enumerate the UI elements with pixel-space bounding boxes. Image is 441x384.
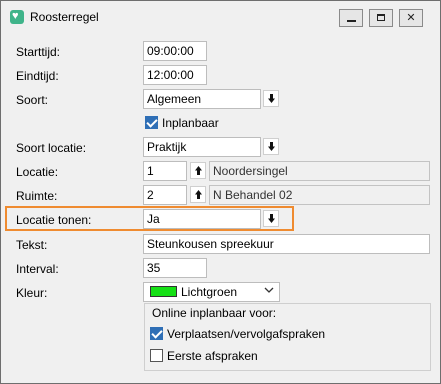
ruimte-code-input[interactable]: 2 bbox=[143, 185, 187, 205]
kleur-label: Kleur: bbox=[16, 286, 48, 300]
arrow-up-icon bbox=[195, 166, 202, 175]
kleur-value: Lichtgroen bbox=[181, 285, 238, 299]
locatie-tonen-dropdown-button[interactable] bbox=[263, 210, 279, 227]
arrow-up-icon bbox=[195, 190, 202, 199]
tekst-label: Tekst: bbox=[16, 238, 48, 252]
tekst-input[interactable]: Steunkousen spreekuur bbox=[143, 234, 430, 254]
title-bar: Roosterregel ✕ bbox=[1, 1, 440, 35]
ruimte-label: Ruimte: bbox=[16, 189, 58, 203]
inplanbaar-label: Inplanbaar bbox=[162, 116, 219, 130]
soort-dropdown-button[interactable] bbox=[263, 90, 279, 107]
maximize-icon bbox=[377, 14, 385, 21]
locatie-name-field: Noordersingel bbox=[209, 161, 430, 181]
close-button[interactable]: ✕ bbox=[399, 9, 423, 27]
locatie-code-input[interactable]: 1 bbox=[143, 161, 187, 181]
eerste-afspraken-checkbox[interactable] bbox=[150, 349, 163, 362]
app-heart-icon bbox=[10, 9, 24, 24]
soort-locatie-dropdown-button[interactable] bbox=[263, 138, 279, 155]
soort-select[interactable]: Algemeen bbox=[143, 89, 261, 109]
arrow-down-icon bbox=[268, 94, 275, 103]
maximize-button[interactable] bbox=[369, 9, 393, 27]
starttijd-input[interactable]: 09:00:00 bbox=[143, 41, 207, 61]
ruimte-name-field: N Behandel 02 bbox=[209, 185, 430, 205]
interval-label: Interval: bbox=[16, 262, 59, 276]
minimize-icon bbox=[347, 20, 356, 22]
locatie-tonen-label: Locatie tonen: bbox=[16, 213, 92, 227]
inplanbaar-checkbox[interactable] bbox=[145, 116, 158, 129]
eerste-afspraken-label: Eerste afspraken bbox=[167, 349, 258, 363]
chevron-down-icon bbox=[264, 287, 274, 293]
ruimte-lookup-button[interactable] bbox=[190, 186, 206, 203]
online-inplanbaar-title: Online inplanbaar voor: bbox=[152, 306, 277, 320]
arrow-down-icon bbox=[268, 214, 275, 223]
roosterregel-window: Roosterregel ✕ Starttijd: 09:00:00 Eindt… bbox=[0, 0, 441, 384]
verplaatsen-label: Verplaatsen/vervolgafspraken bbox=[167, 327, 326, 341]
soort-locatie-label: Soort locatie: bbox=[16, 141, 87, 155]
soort-label: Soort: bbox=[16, 93, 49, 107]
interval-input[interactable]: 35 bbox=[143, 258, 207, 278]
locatie-lookup-button[interactable] bbox=[190, 162, 206, 179]
minimize-button[interactable] bbox=[339, 9, 363, 27]
soort-locatie-select[interactable]: Praktijk bbox=[143, 137, 261, 157]
window-title: Roosterregel bbox=[30, 10, 99, 24]
color-swatch bbox=[150, 286, 177, 297]
starttijd-label: Starttijd: bbox=[16, 45, 61, 59]
locatie-label: Locatie: bbox=[16, 165, 59, 179]
eindtijd-label: Eindtijd: bbox=[16, 69, 59, 83]
close-icon: ✕ bbox=[406, 12, 416, 24]
locatie-tonen-select[interactable]: Ja bbox=[143, 209, 261, 229]
arrow-down-icon bbox=[268, 142, 275, 151]
verplaatsen-checkbox[interactable] bbox=[150, 327, 163, 340]
eindtijd-input[interactable]: 12:00:00 bbox=[143, 65, 207, 85]
